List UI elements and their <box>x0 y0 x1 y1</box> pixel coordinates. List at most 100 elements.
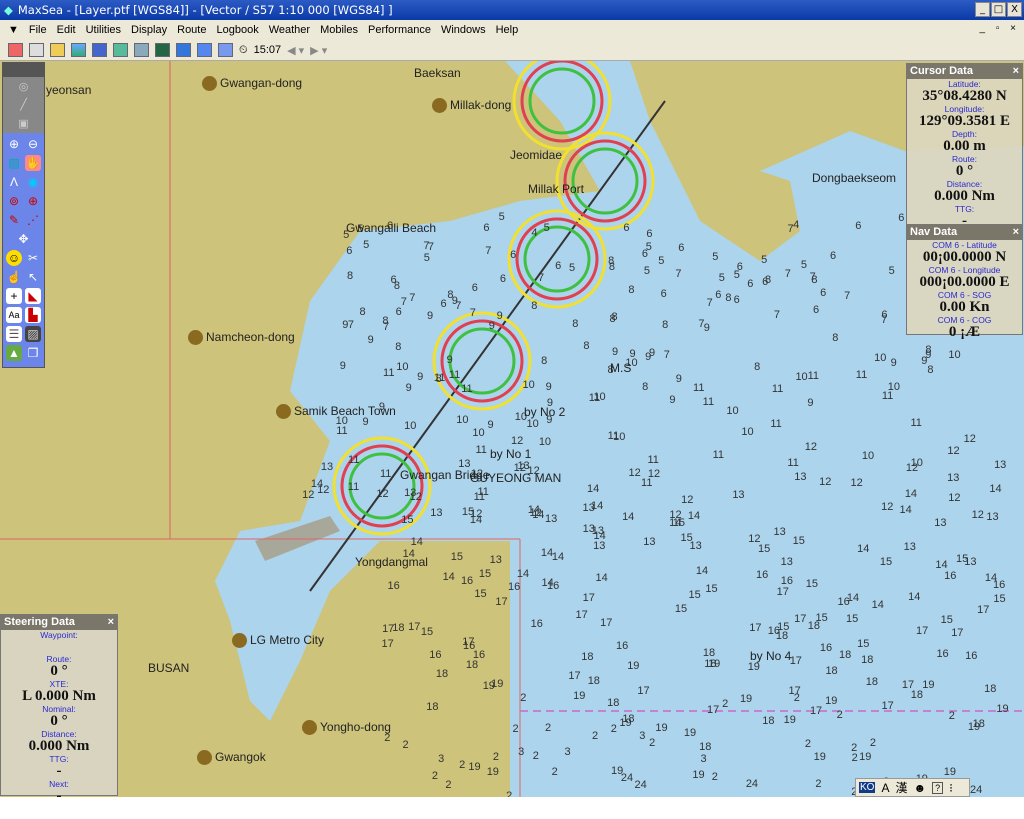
picture-icon[interactable]: ▲ <box>6 345 22 361</box>
raster-chart-icon[interactable] <box>113 43 128 57</box>
ttg-value: - <box>56 763 62 779</box>
depth-sounding: 10 <box>874 352 887 365</box>
currents-icon[interactable] <box>197 43 212 57</box>
ime-hanja-button[interactable]: 漢 <box>895 779 907 796</box>
hand-pan-icon[interactable]: ✋ <box>25 155 41 171</box>
zoom-window-icon[interactable]: ▨ <box>6 155 22 171</box>
lifebuoy-icon[interactable]: ◎ <box>19 80 29 93</box>
nav-data-titlebar[interactable]: Nav Data × <box>907 225 1022 240</box>
pencil-icon[interactable]: ╱ <box>20 98 27 111</box>
depth-sounding: 19 <box>859 750 872 763</box>
menu-performance[interactable]: Performance <box>368 24 431 36</box>
depth-sounding: 6 <box>812 303 820 316</box>
depth-sounding: 12 <box>681 493 694 506</box>
steering-data-titlebar[interactable]: Steering Data × <box>1 615 117 630</box>
place-baeksan: Baeksan <box>414 66 461 80</box>
hatch-icon[interactable]: ▨ <box>25 326 41 342</box>
maximize-button[interactable]: □ <box>991 2 1006 17</box>
depth-sounding: 7 <box>844 289 851 302</box>
cursor-data-titlebar[interactable]: Cursor Data × <box>907 64 1022 79</box>
stamp-icon[interactable]: ▣ <box>18 117 28 130</box>
depth-sounding: 3 <box>518 746 525 759</box>
depth-sounding: 12 <box>819 475 832 488</box>
scissors-icon[interactable]: ✂ <box>25 250 41 266</box>
depth-sounding: 10 <box>456 414 469 427</box>
target-icon[interactable]: ⊚ <box>6 193 22 209</box>
menu-file[interactable]: File <box>29 24 47 36</box>
menu-edit[interactable]: Edit <box>57 24 76 36</box>
depth-sounding: 24 <box>620 771 634 784</box>
place-busan: BUSAN <box>148 661 190 675</box>
time-selector[interactable]: 15:07 <box>254 44 282 56</box>
profile-icon[interactable]: ▙ <box>25 307 41 323</box>
depth-sounding: 15 <box>940 614 953 626</box>
ime-mode-button[interactable]: A <box>881 781 889 795</box>
depth-sounding: 18 <box>465 659 479 672</box>
layer-icon[interactable] <box>71 43 86 57</box>
graph-icon[interactable]: ◣ <box>25 288 41 304</box>
line-style-icon[interactable]: ☰ <box>6 326 22 342</box>
depth-sounding: 17 <box>951 626 964 639</box>
depth-sounding: 11 <box>383 367 395 380</box>
grid-icon[interactable] <box>155 43 170 57</box>
chart-map[interactable]: 13 12 11 14 9 14 7 19 14 9 9 8 9 10 9 18 8 5 17 12 18 8 6 2 2 12 1… <box>0 61 1024 797</box>
weather-icon[interactable] <box>218 43 233 57</box>
close-icon[interactable]: × <box>1013 225 1019 240</box>
vector-chart-icon[interactable] <box>92 43 107 57</box>
depth-sounding: 6 <box>555 260 562 273</box>
time-back-button[interactable]: ◀ ▾ <box>287 44 304 57</box>
close-button[interactable]: X <box>1007 2 1022 17</box>
depth-sounding: 2 <box>815 777 822 790</box>
zoom-out-icon[interactable]: ⊖ <box>25 136 41 152</box>
menu-help[interactable]: Help <box>496 24 519 36</box>
depth-sounding: 12 <box>881 501 894 514</box>
depth-sounding: 9 <box>669 393 676 406</box>
ime-options-icon[interactable]: ⁝ <box>949 781 953 795</box>
menu-utilities[interactable]: Utilities <box>86 24 121 36</box>
ime-language-button[interactable]: KO <box>859 782 876 793</box>
minimize-button[interactable]: _ <box>975 2 990 17</box>
time-forward-button[interactable]: ▶ ▾ <box>310 44 327 57</box>
depth-sounding: 16 <box>546 580 560 593</box>
close-icon[interactable]: × <box>108 615 114 630</box>
smiley-icon[interactable]: ☺ <box>6 250 22 266</box>
menu-display[interactable]: Display <box>131 24 167 36</box>
menu-windows[interactable]: Windows <box>441 24 486 36</box>
menu-logbook[interactable]: Logbook <box>216 24 258 36</box>
depth-sounding: 8 <box>754 361 761 374</box>
mark-pen-icon[interactable]: ✎ <box>6 212 22 228</box>
photo-chart-icon[interactable] <box>134 43 149 57</box>
depth-sounding: 12 <box>376 488 389 501</box>
depth-sounding: 19 <box>825 695 838 708</box>
tide-icon[interactable] <box>176 43 191 57</box>
zoom-in-icon[interactable]: ⊕ <box>6 136 22 152</box>
text-tool-icon[interactable]: Aa <box>6 307 22 323</box>
menu-dropdown-icon[interactable]: ▼ <box>8 24 19 36</box>
route-edit-icon[interactable]: ⋰ <box>25 212 41 228</box>
add-point-icon[interactable]: + <box>6 288 22 304</box>
ime-pad-icon[interactable]: ☻ <box>913 781 926 795</box>
depth-sounding: 6 <box>715 289 722 302</box>
ime-help-button[interactable]: ? <box>932 781 944 794</box>
menu-route[interactable]: Route <box>177 24 206 36</box>
mdi-window-controls[interactable]: _ ▫ × <box>979 23 1020 34</box>
window-icon[interactable]: ❐ <box>25 345 41 361</box>
measure-icon[interactable]: ◉ <box>25 174 41 190</box>
depth-sounding: 15 <box>846 612 859 625</box>
depth-sounding: 14 <box>410 536 423 549</box>
chart-tool-icon[interactable] <box>50 43 65 57</box>
pointer-hand-icon[interactable]: ☝ <box>6 269 22 285</box>
move-icon[interactable]: ✥ <box>16 231 32 247</box>
depth-sounding: 15 <box>474 587 487 600</box>
compass-icon[interactable]: Λ <box>6 174 22 190</box>
route-tool-icon[interactable] <box>8 43 23 57</box>
mark-tool-icon[interactable] <box>29 43 44 57</box>
select-arrow-icon[interactable]: ↖ <box>25 269 41 285</box>
crosshair-icon[interactable]: ⊕ <box>25 193 41 209</box>
menu-mobiles[interactable]: Mobiles <box>320 24 358 36</box>
close-icon[interactable]: × <box>1013 64 1019 79</box>
depth-sounding: 10 <box>741 425 754 438</box>
palette-titlebar[interactable] <box>3 63 44 77</box>
place-gwangok: Gwangok <box>197 750 266 766</box>
menu-weather[interactable]: Weather <box>269 24 310 36</box>
